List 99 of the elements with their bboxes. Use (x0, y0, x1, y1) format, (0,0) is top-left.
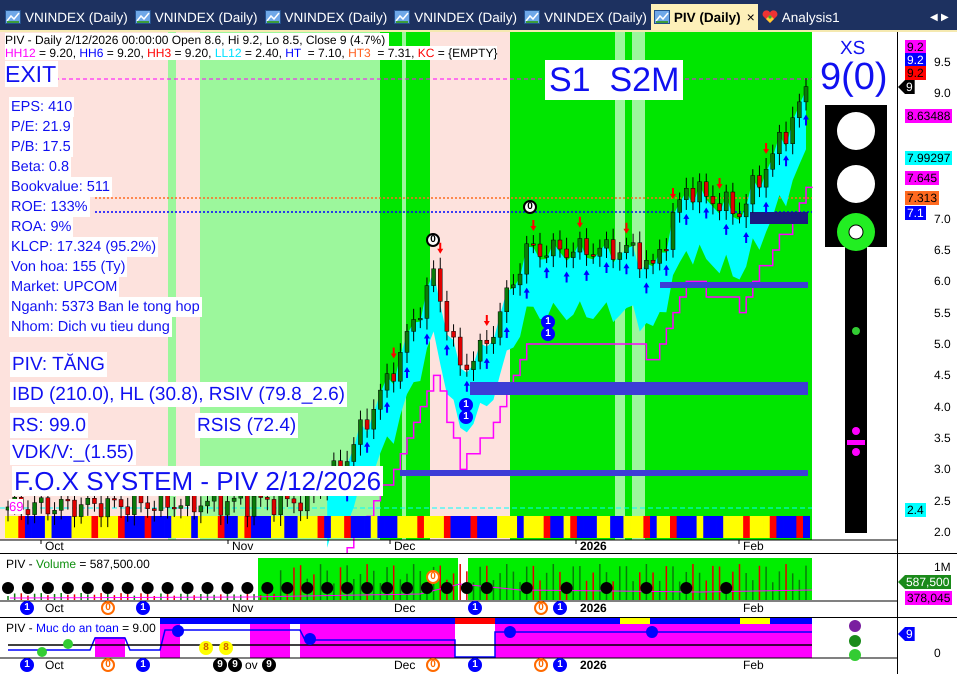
chart-icon (264, 10, 281, 24)
signal-label: S1 S2M (545, 60, 684, 100)
signal-marker: 1 (553, 658, 567, 672)
date-label: 2026 (580, 659, 607, 672)
signal-dot (37, 647, 47, 657)
tab-scroll-button[interactable]: ▶ (941, 11, 949, 23)
axis-label: 6.5 (934, 243, 951, 257)
safety-zone (250, 624, 290, 658)
count-label: 69 (9, 499, 24, 514)
axis-label: 7.0 (934, 212, 951, 226)
axis-label: 9.0 (934, 86, 951, 100)
signal-marker: 1 (136, 601, 150, 615)
signal-marker: 1 (468, 658, 482, 672)
value-tag: 2.4 (905, 503, 926, 517)
exit-label: EXIT (5, 61, 58, 87)
safety-zone (95, 637, 125, 657)
value-tag: 7.313 (905, 191, 940, 205)
value-tag: 9.2 (905, 53, 926, 67)
signal-marker: 0 (534, 658, 548, 672)
axis-label: 3.0 (934, 462, 951, 476)
signal-marker: 8 (199, 641, 213, 655)
date-label: Oct (45, 659, 64, 672)
date-label: Oct (45, 540, 64, 553)
chart-header: PIV - Daily 2/12/2026 00:00:00 Open 8.6, Hi 9.2, Lo 8.5, Close 9 (4.7%) (5, 33, 390, 47)
chart-icon (654, 10, 670, 24)
date-label: Feb (743, 602, 764, 615)
date-label: Feb (743, 540, 764, 553)
axis-label: 4.5 (934, 368, 951, 382)
value-tag: 7.1 (905, 206, 926, 220)
trend-label: PIV: TĂNG (10, 352, 107, 377)
axis-label: 2.5 (934, 494, 951, 508)
signal-marker: 1 (468, 601, 482, 615)
date-label: Dec (394, 540, 416, 553)
axis-label: 3.5 (934, 431, 951, 446)
tab-scroll-button[interactable]: ◀ (930, 11, 938, 23)
signal-marker: 1 (553, 601, 567, 615)
signal-marker: 1 (20, 658, 34, 672)
axis-label: 5.0 (934, 337, 951, 351)
vdk-label: VDK/V:_(1.55) (10, 440, 136, 465)
value-tag: 587,500 (898, 575, 952, 589)
pane-title: PIV - Muc do an toan = 9.00 (6, 621, 156, 635)
signal-marker: 0 (101, 658, 115, 672)
date-label: 2026 (580, 540, 607, 553)
signal-dot (646, 626, 658, 638)
chart-tab[interactable]: VNINDEX (Daily) (2, 4, 131, 30)
axis-label: 1M (934, 560, 951, 574)
axis-label: 6.0 (934, 274, 951, 288)
signal-marker: 0 (101, 601, 115, 615)
date-label: Oct (45, 602, 64, 615)
chart-tab[interactable]: VNINDEX (Daily) (391, 4, 520, 30)
date-label: ov (245, 659, 258, 672)
date-label: 2026 (580, 602, 607, 615)
axis-label: 4.0 (934, 400, 951, 414)
date-label: Feb (743, 659, 764, 672)
chart-tab[interactable]: Analysis1 (758, 4, 843, 30)
signal-dot (63, 639, 73, 649)
signal-dot (172, 625, 184, 637)
level-readout: HH12 = 9.20, HH6 = 9.20, HH3 = 9.20, LL12 = 2.40, HT = 7.10, HT3 = 7.31, KC = {EMPTY} (5, 46, 498, 60)
value-tag: 8.63488 (905, 109, 952, 123)
date-label: Nov (232, 602, 254, 615)
rsis-label: RSIS (72.4) (195, 413, 298, 438)
analysis-icon (762, 10, 778, 24)
chart-icon (5, 10, 21, 24)
signal-marker: 0 (534, 601, 548, 615)
support-bar (750, 212, 808, 224)
chart-tab[interactable]: VNINDEX (Daily) (262, 4, 390, 30)
signal-dot (504, 626, 516, 638)
date-label: Dec (394, 602, 416, 615)
chart-icon (394, 10, 410, 24)
system-title: F.O.X SYSTEM - PIV 2/12/2026 (12, 466, 384, 496)
chart-tab[interactable]: VNINDEX (Daily) (132, 4, 261, 30)
signal-marker: 8 (219, 641, 233, 655)
value-tag: 7.99297 (905, 151, 952, 165)
value-tag: 9.2 (905, 66, 926, 80)
value-tag: 7.645 (905, 171, 940, 185)
signal-marker: 0 (426, 658, 440, 672)
chart-icon (134, 10, 151, 24)
value-tag: 9.2 (905, 40, 926, 54)
signal-dot (304, 633, 316, 645)
date-label: Dec (394, 659, 416, 672)
pane-title: PIV - Volume = 587,500.00 (6, 557, 150, 571)
chart-icon (524, 10, 540, 24)
signal-marker: 1 (136, 658, 150, 672)
date-label: Nov (232, 540, 254, 553)
ratings-label: IBD (210.0), HL (30.8), RSIV (79.8_2.6) (10, 382, 348, 407)
axis-label: 0 (934, 646, 941, 660)
axis-label: 5.5 (934, 306, 951, 320)
signal-marker: 9 (262, 658, 276, 672)
rs-label: RS: 99.0 (10, 413, 88, 438)
signal-marker: 1 (20, 601, 34, 615)
value-tag: 9 (898, 627, 915, 641)
value-tag: 9 (898, 80, 915, 94)
chart-tab[interactable]: VNINDEX (Daily) (521, 4, 650, 30)
chart-tab[interactable]: PIV (Daily) × (650, 4, 758, 30)
value-tag: 378,045 (905, 591, 952, 605)
signal-marker: 9 (228, 658, 242, 672)
axis-label: 9.5 (934, 55, 951, 69)
axis-label: 2.0 (934, 525, 951, 540)
signal-marker: 9 (213, 658, 227, 672)
